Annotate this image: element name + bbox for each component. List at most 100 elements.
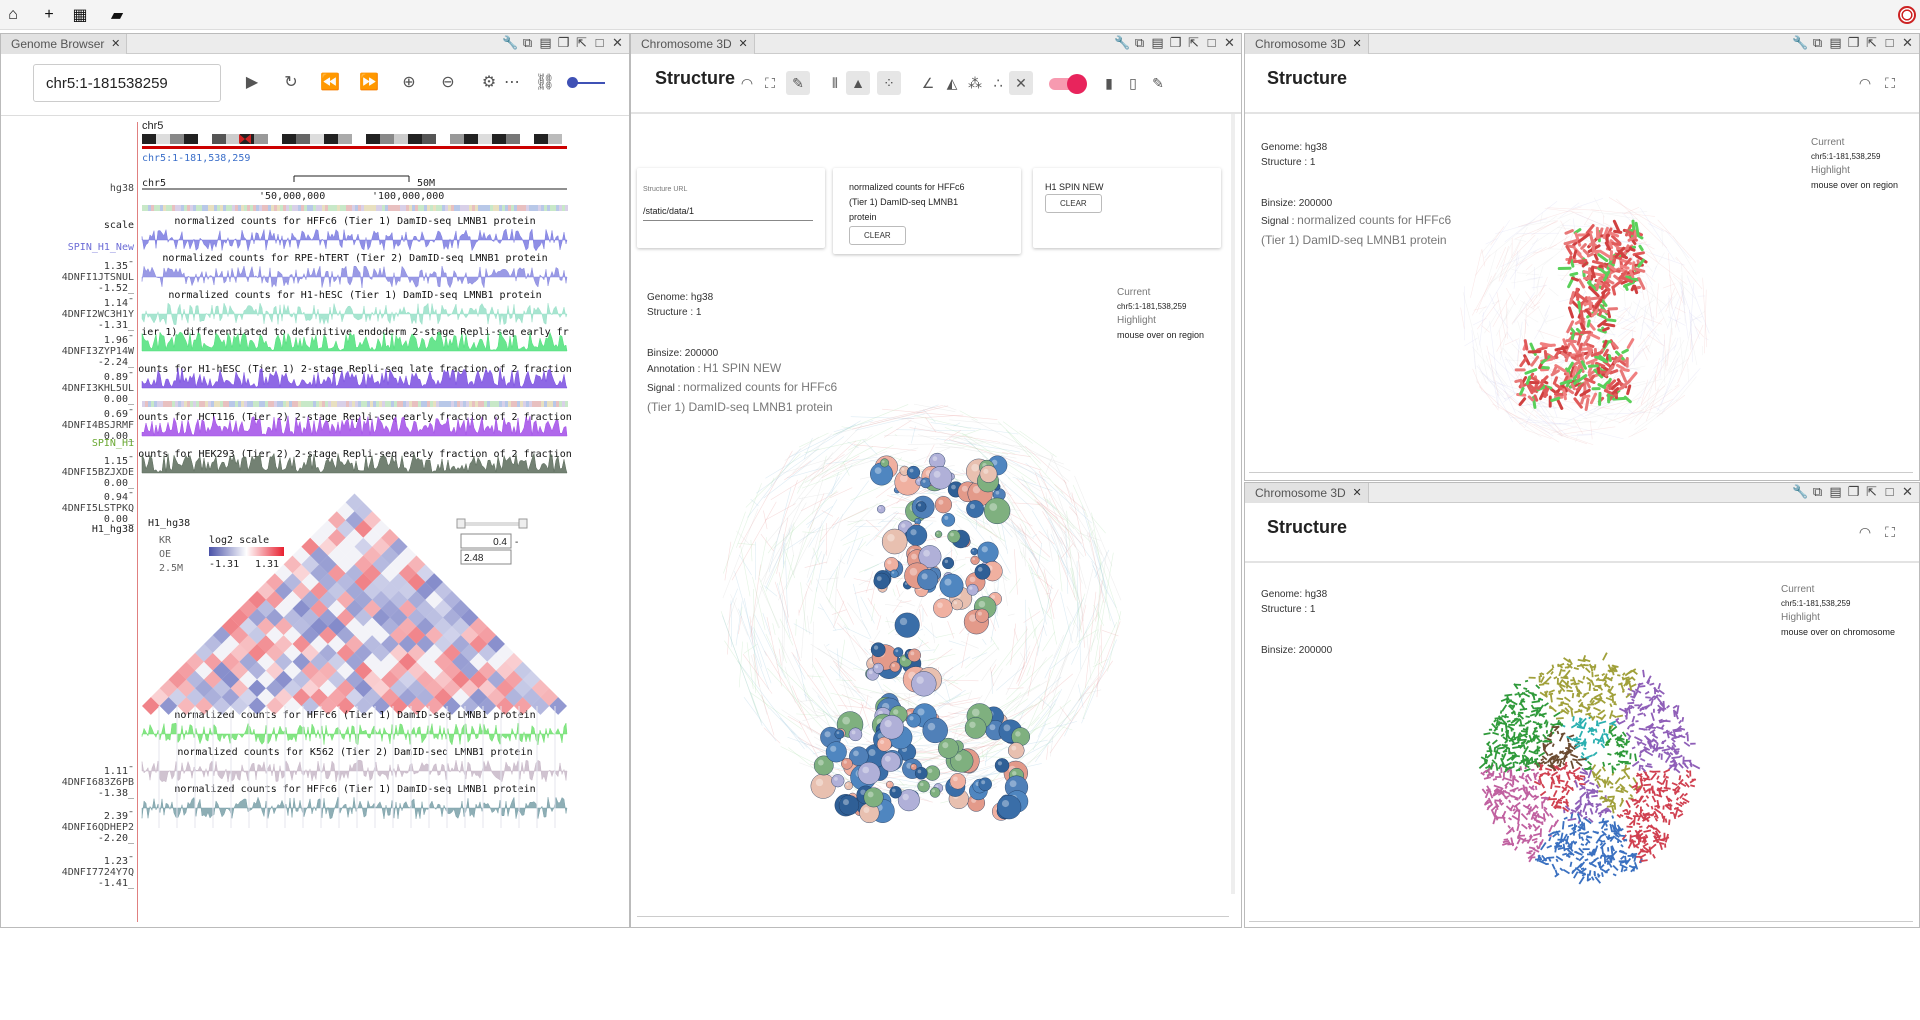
save-icon[interactable]: ▤ <box>538 35 553 51</box>
copy-icon[interactable]: ❐ <box>556 35 571 51</box>
structure-3d-view[interactable] <box>1453 639 1723 909</box>
fullscreen-icon[interactable]: ⛶ <box>1878 71 1902 95</box>
close-panel-icon[interactable]: ✕ <box>1222 35 1237 51</box>
wrench-icon[interactable]: 🔧 <box>1792 484 1808 500</box>
rainbow-icon[interactable]: ◠ <box>735 71 759 95</box>
copy-icon[interactable]: ❐ <box>1846 35 1861 51</box>
play-icon[interactable]: ▶ <box>241 72 263 94</box>
wrench-icon[interactable]: 🔧 <box>1114 35 1130 51</box>
tab-chromosome-3d[interactable]: Chromosome 3D ✕ <box>1245 483 1369 503</box>
close-panel-icon[interactable]: ✕ <box>610 35 625 51</box>
monitor-icon[interactable]: ⧉ <box>520 35 535 51</box>
chromosome-segment <box>1642 842 1649 848</box>
close-tab-icon[interactable]: ✕ <box>1352 34 1361 54</box>
structure-3d-view[interactable] <box>701 394 1141 874</box>
background-fiber <box>1042 648 1071 706</box>
pencil-icon[interactable]: ✎ <box>786 71 810 95</box>
angle-filled-icon[interactable]: ◭ <box>940 71 964 95</box>
structure-segment <box>1514 378 1523 384</box>
unlink-icon[interactable]: ⛓ <box>534 72 556 94</box>
spin-state-bin <box>430 401 433 407</box>
close-icon[interactable]: ✕ <box>1009 71 1033 95</box>
maximize-icon[interactable]: □ <box>1204 35 1219 51</box>
grid-icon[interactable]: ▦ <box>69 4 91 26</box>
structure-bead <box>949 773 966 790</box>
clear-signal-button[interactable]: CLEAR <box>849 226 906 245</box>
chromosome-segment <box>1623 868 1628 872</box>
zoom-in-icon[interactable]: ⊕ <box>398 72 420 94</box>
chromosome-segment <box>1573 667 1580 671</box>
close-panel-icon[interactable]: ✕ <box>1900 35 1915 51</box>
chromosome-segment <box>1559 795 1566 800</box>
fullscreen-icon[interactable]: ⛶ <box>758 71 782 95</box>
popout-icon[interactable]: ⇱ <box>1864 484 1879 500</box>
bead-highlight <box>921 573 928 580</box>
binsize-line: Binsize: 200000 <box>1261 645 1333 656</box>
home-icon[interactable]: ⌂ <box>2 4 24 26</box>
cluster-icon[interactable]: ∴ <box>986 71 1010 95</box>
tab-label: Genome Browser <box>11 37 105 51</box>
nodes-icon[interactable]: ⁂ <box>963 71 987 95</box>
plus-icon[interactable]: + <box>38 4 60 26</box>
monitor-icon[interactable]: ⧉ <box>1810 35 1825 51</box>
fast-forward-icon[interactable]: ⏩ <box>358 72 380 94</box>
angle-icon[interactable]: ∠ <box>916 71 940 95</box>
maximize-icon[interactable]: □ <box>592 35 607 51</box>
tab-chromosome-3d[interactable]: Chromosome 3D ✕ <box>631 34 755 54</box>
tab-chromosome-3d[interactable]: Chromosome 3D ✕ <box>1245 34 1369 54</box>
popout-icon[interactable]: ⇱ <box>574 35 589 51</box>
rainbow-icon[interactable]: ◠ <box>1853 520 1877 544</box>
background-fiber <box>1689 283 1695 336</box>
save-icon[interactable]: ▤ <box>1828 484 1843 500</box>
background-fiber <box>990 636 1000 651</box>
rainbow-icon[interactable]: ◠ <box>1853 71 1877 95</box>
refresh-icon[interactable]: ↻ <box>280 72 302 94</box>
settings-icon[interactable]: ⚙ <box>478 72 500 94</box>
maximize-icon[interactable]: □ <box>1882 484 1897 500</box>
save-icon[interactable]: ▤ <box>1828 35 1843 51</box>
chromosome-segment <box>1562 868 1570 875</box>
clear-annotation-button[interactable]: CLEAR <box>1045 194 1102 213</box>
tab-genome-browser[interactable]: Genome Browser ✕ <box>1 34 128 54</box>
monitor-icon[interactable]: ⧉ <box>1810 484 1825 500</box>
track-name: 4DNFI6QDHEP2 <box>61 822 134 833</box>
structure-3d-view[interactable] <box>1455 190 1715 450</box>
track-max-value: 0.94¯ <box>103 492 134 503</box>
close-tab-icon[interactable]: ✕ <box>738 34 747 54</box>
edit-icon[interactable]: ✎ <box>1146 71 1170 95</box>
bar-chart-icon[interactable]: ⫴ <box>823 71 847 95</box>
close-tab-icon[interactable]: ✕ <box>1352 483 1361 503</box>
scrollbar[interactable] <box>1231 114 1235 894</box>
structure-url-input[interactable]: /static/data/1 <box>643 206 813 221</box>
popout-icon[interactable]: ⇱ <box>1864 35 1879 51</box>
more-icon[interactable]: ⋯ <box>501 72 523 94</box>
fullscreen-icon[interactable]: ⛶ <box>1878 520 1902 544</box>
toggle-knob[interactable] <box>1067 74 1087 94</box>
locus-input[interactable] <box>33 64 221 102</box>
structure-segment <box>1601 291 1606 299</box>
chromosome-segment <box>1631 852 1634 859</box>
track-canvas[interactable]: chr5chr5:1-181,538,259chr5 50M'50,000,000… <box>139 116 571 928</box>
close-panel-icon[interactable]: ✕ <box>1900 484 1915 500</box>
maximize-icon[interactable]: □ <box>1882 35 1897 51</box>
triangle-icon[interactable]: ▲ <box>846 71 870 95</box>
book-icon[interactable]: ▯ <box>1121 71 1145 95</box>
background-fiber <box>847 519 884 523</box>
signal-track: ier 1) differentiated to definitive endo… <box>141 327 569 352</box>
bookmark-icon[interactable]: ▮ <box>1097 71 1121 95</box>
save-icon[interactable]: ▤ <box>1150 35 1165 51</box>
copy-icon[interactable]: ❐ <box>1846 484 1861 500</box>
bead-highlight <box>961 485 968 492</box>
rewind-icon[interactable]: ⏪ <box>319 72 341 94</box>
layers-icon[interactable]: ▰ <box>106 4 128 26</box>
copy-icon[interactable]: ❐ <box>1168 35 1183 51</box>
bead-sphere <box>894 612 920 638</box>
zoom-slider-knob[interactable] <box>567 77 578 88</box>
scatter-icon[interactable]: ⁘ <box>877 71 901 95</box>
close-tab-icon[interactable]: ✕ <box>111 34 120 54</box>
wrench-icon[interactable]: 🔧 <box>1792 35 1808 51</box>
popout-icon[interactable]: ⇱ <box>1186 35 1201 51</box>
monitor-icon[interactable]: ⧉ <box>1132 35 1147 51</box>
wrench-icon[interactable]: 🔧 <box>502 35 518 51</box>
zoom-out-icon[interactable]: ⊖ <box>437 72 459 94</box>
